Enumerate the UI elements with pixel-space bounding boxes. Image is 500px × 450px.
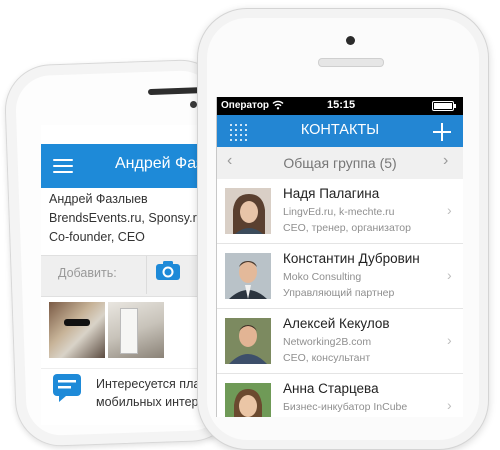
contact-company: Moko Consulting xyxy=(283,271,362,283)
contact-name: Надя Палагина xyxy=(283,186,380,201)
chat-icon xyxy=(53,374,81,402)
nav-title: КОНТАКТЫ xyxy=(300,122,380,138)
contact-role: Управляющий партнер xyxy=(283,287,395,299)
contact-row[interactable]: Алексей Кекулов Networking2B.com CEO, ко… xyxy=(217,309,463,374)
camera-icon[interactable] xyxy=(155,261,181,281)
avatar xyxy=(225,188,271,234)
profile-info: Андрей Фазлыев BrendsEvents.ru, Sponsy.r… xyxy=(49,190,204,247)
attached-photo[interactable] xyxy=(49,302,105,358)
divider xyxy=(146,256,147,294)
earpiece xyxy=(318,58,384,67)
wifi-icon xyxy=(272,100,284,110)
group-next-button[interactable]: › xyxy=(443,152,448,170)
battery-tip xyxy=(454,104,456,108)
profile-position: Co-founder, CEO xyxy=(49,230,145,244)
profile-name: Андрей Фазлыев xyxy=(49,192,148,206)
contact-row[interactable]: Надя Палагина LingvEd.ru, k-mechte.ru CE… xyxy=(217,179,463,244)
back-phone-sensor xyxy=(190,101,197,108)
group-title[interactable]: Общая группа (5) xyxy=(217,155,463,171)
menu-icon[interactable] xyxy=(53,159,73,173)
status-bar: Оператор 15:15 xyxy=(217,97,463,115)
battery-icon xyxy=(432,101,454,111)
contact-name: Константин Дубровин xyxy=(283,251,420,266)
profile-company: BrendsEvents.ru, Sponsy.ru xyxy=(49,211,204,225)
contact-row[interactable]: Константин Дубровин Moko Consulting Упра… xyxy=(217,244,463,309)
interest-text: Интересуется пла мобильных интер xyxy=(96,375,200,411)
contact-row[interactable]: Анна Старцева Бизнес-инкубатор InCube › xyxy=(217,374,463,417)
chevron-right-icon: › xyxy=(447,332,452,348)
carrier-label: Оператор xyxy=(221,100,270,111)
chevron-right-icon: › xyxy=(447,267,452,283)
status-time: 15:15 xyxy=(327,99,356,111)
attached-photo[interactable] xyxy=(108,302,164,358)
interest-line: Интересуется пла xyxy=(96,377,201,391)
plus-icon[interactable] xyxy=(431,121,453,143)
contact-company: Бизнес-инкубатор InCube xyxy=(283,401,408,413)
contact-role: CEO, консультант xyxy=(283,352,371,364)
chevron-right-icon: › xyxy=(447,202,452,218)
avatar xyxy=(225,253,271,299)
avatar xyxy=(225,383,271,417)
contacts-screen: Оператор 15:15 КОНТАКТЫ ‹ Общая группа (… xyxy=(216,97,463,417)
contact-company: LingvEd.ru, k-mechte.ru xyxy=(283,206,395,218)
contact-name: Алексей Кекулов xyxy=(283,316,390,331)
back-phone-screen: Андрей Фазлыев Андрей Фазлыев BrendsEven… xyxy=(41,125,219,425)
front-camera xyxy=(346,36,355,45)
interest-line: мобильных интер xyxy=(96,395,199,409)
avatar xyxy=(225,318,271,364)
contact-name: Анна Старцева xyxy=(283,381,379,396)
chevron-right-icon: › xyxy=(447,397,452,413)
add-label: Добавить: xyxy=(58,266,117,280)
contact-company: Networking2B.com xyxy=(283,336,372,348)
contact-role: CEO, тренер, организатор xyxy=(283,222,411,234)
